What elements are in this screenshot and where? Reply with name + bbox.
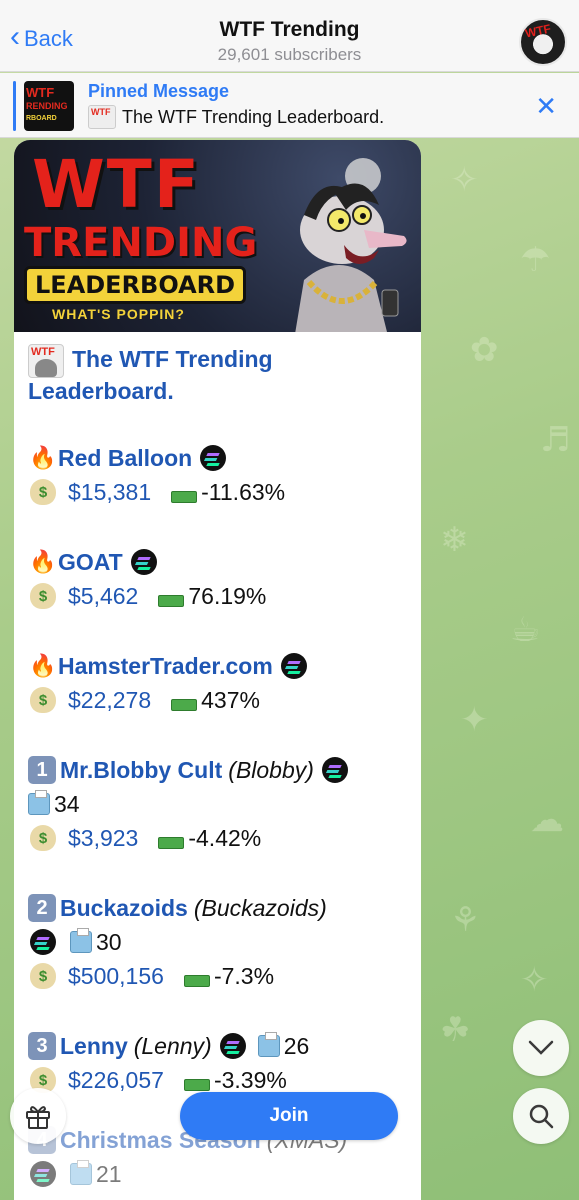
banner-wtf-text: WTF (32, 146, 201, 223)
leaderboard-entry: 3 Lenny (Lenny) 26 $ $226,057 -3.39% (28, 1029, 407, 1097)
leaderboard-entry: 🔥 Red Balloon $ $15,381 -11.63% (28, 441, 407, 509)
vote-count: 34 (54, 790, 80, 817)
gift-button[interactable] (10, 1088, 66, 1144)
solana-icon (30, 929, 56, 955)
money-bag-icon: $ (30, 583, 56, 609)
channel-title-block[interactable]: WTF Trending 29,601 subscribers (0, 18, 579, 65)
market-cap-value: $500,156 (68, 962, 164, 989)
fire-icon: 🔥 (29, 653, 57, 679)
channel-avatar[interactable]: WTF (519, 18, 567, 66)
money-bag-icon: $ (30, 479, 56, 505)
opossum-mascot-icon (295, 183, 407, 332)
leaderboard-banner-image[interactable]: WTF TRENDING LEADERBOARD WHAT'S POPPIN? (14, 140, 421, 332)
money-bag-icon: $ (30, 687, 56, 713)
chevron-down-icon (528, 1040, 554, 1055)
token-ticker: (Blobby) (228, 756, 314, 783)
leaderboard-entry: 🔥 GOAT $ $5,462 76.19% (28, 545, 407, 613)
pinned-preview: WTF The WTF Trending Leaderboard. (88, 105, 384, 129)
vote-count: 21 (96, 1160, 122, 1187)
leaderboard-entry: 2 Buckazoids (Buckazoids) 30 $ $500,156 … (28, 891, 407, 993)
join-button[interactable]: Join (180, 1092, 398, 1140)
fire-icon: 🔥 (29, 549, 57, 575)
market-cap-value: $15,381 (68, 478, 152, 505)
market-cap-value: $5,462 (68, 582, 139, 609)
scroll-down-button[interactable] (513, 1020, 569, 1076)
solana-icon (130, 549, 157, 575)
leaderboard-heading-link-2[interactable]: Leaderboard. (28, 376, 407, 407)
token-ticker: (Buckazoids) (193, 894, 327, 921)
pinned-mini-logo: WTF (88, 105, 116, 129)
solana-icon (30, 1161, 56, 1187)
market-cap-value: $226,057 (68, 1066, 164, 1093)
search-icon (529, 1104, 554, 1129)
rank-1-badge: 1 (28, 756, 56, 784)
banner-leaderboard-box: LEADERBOARD (24, 266, 247, 304)
banner-trending-text: TRENDING (24, 220, 258, 266)
solana-icon (321, 757, 348, 783)
banner-leaderboard-text: LEADERBOARD (35, 271, 236, 299)
message-bubble: WTF TRENDING LEADERBOARD WHAT'S POPPIN? … (14, 140, 421, 1200)
ballot-box-icon (28, 790, 50, 815)
solana-icon (280, 653, 307, 679)
pinned-thumbnail: WTF RENDING RBOARD (24, 81, 74, 131)
search-button[interactable] (513, 1088, 569, 1144)
price-change: -7.3% (213, 962, 275, 989)
market-cap-value: $22,278 (68, 686, 152, 713)
price-change: 76.19% (188, 582, 267, 609)
pinned-indicator (13, 81, 16, 131)
leaderboard-entry: 1 Mr.Blobby Cult (Blobby) 34 $ $3,923 -4… (28, 753, 407, 855)
cash-icon (158, 837, 185, 849)
price-change: -3.39% (213, 1066, 287, 1093)
token-ticker: (Lenny) (133, 1032, 212, 1059)
money-bag-icon: $ (30, 963, 56, 989)
wtf-mini-logo-icon: WTF (28, 344, 64, 378)
token-name-link[interactable]: Buckazoids (60, 895, 188, 922)
pinned-message-bar[interactable]: WTF RENDING RBOARD Pinned Message WTF The … (0, 73, 579, 138)
leaderboard-entry: 🔥 HamsterTrader.com $ $22,278 437% (28, 649, 407, 717)
rank-3-badge: 3 (28, 1032, 56, 1060)
banner-tagline: WHAT'S POPPIN? (52, 306, 185, 322)
token-name-link[interactable]: HamsterTrader.com (58, 653, 273, 680)
token-name-link[interactable]: Lenny (60, 1033, 128, 1060)
avatar-logo-text: WTF (523, 21, 553, 41)
rank-2-badge: 2 (28, 894, 56, 922)
subscriber-count: 29,601 subscribers (217, 45, 362, 64)
token-name-link[interactable]: GOAT (58, 549, 123, 576)
fire-icon: 🔥 (29, 445, 57, 471)
price-change: -4.42% (188, 824, 262, 851)
vote-count: 30 (96, 928, 122, 955)
channel-title: WTF Trending (219, 18, 360, 41)
money-bag-icon: $ (30, 825, 56, 851)
solana-icon (219, 1033, 246, 1059)
token-name-link[interactable]: Red Balloon (58, 445, 192, 472)
price-change: -11.63% (201, 478, 286, 505)
ballot-box-icon (70, 928, 92, 953)
price-change: 437% (201, 686, 260, 713)
chat-header: ‹ Back WTF Trending 29,601 subscribers W… (0, 0, 579, 72)
leaderboard-heading-link[interactable]: The WTF Trending (72, 344, 273, 375)
token-name-link[interactable]: Mr.Blobby Cult (60, 757, 222, 784)
pinned-text: The WTF Trending Leaderboard. (122, 106, 385, 127)
solana-icon (200, 445, 227, 471)
cash-icon (171, 491, 198, 503)
cash-icon (158, 595, 185, 607)
ballot-box-icon (70, 1160, 92, 1185)
close-icon[interactable]: ✕ (535, 91, 557, 122)
gift-icon (26, 1106, 50, 1129)
cash-icon (171, 699, 198, 711)
vote-count: 26 (283, 1032, 310, 1059)
cash-icon (183, 975, 210, 987)
pinned-label: Pinned Message (88, 81, 230, 101)
market-cap-value: $3,923 (68, 824, 139, 851)
ballot-box-icon (257, 1032, 280, 1057)
cash-icon (183, 1079, 210, 1091)
